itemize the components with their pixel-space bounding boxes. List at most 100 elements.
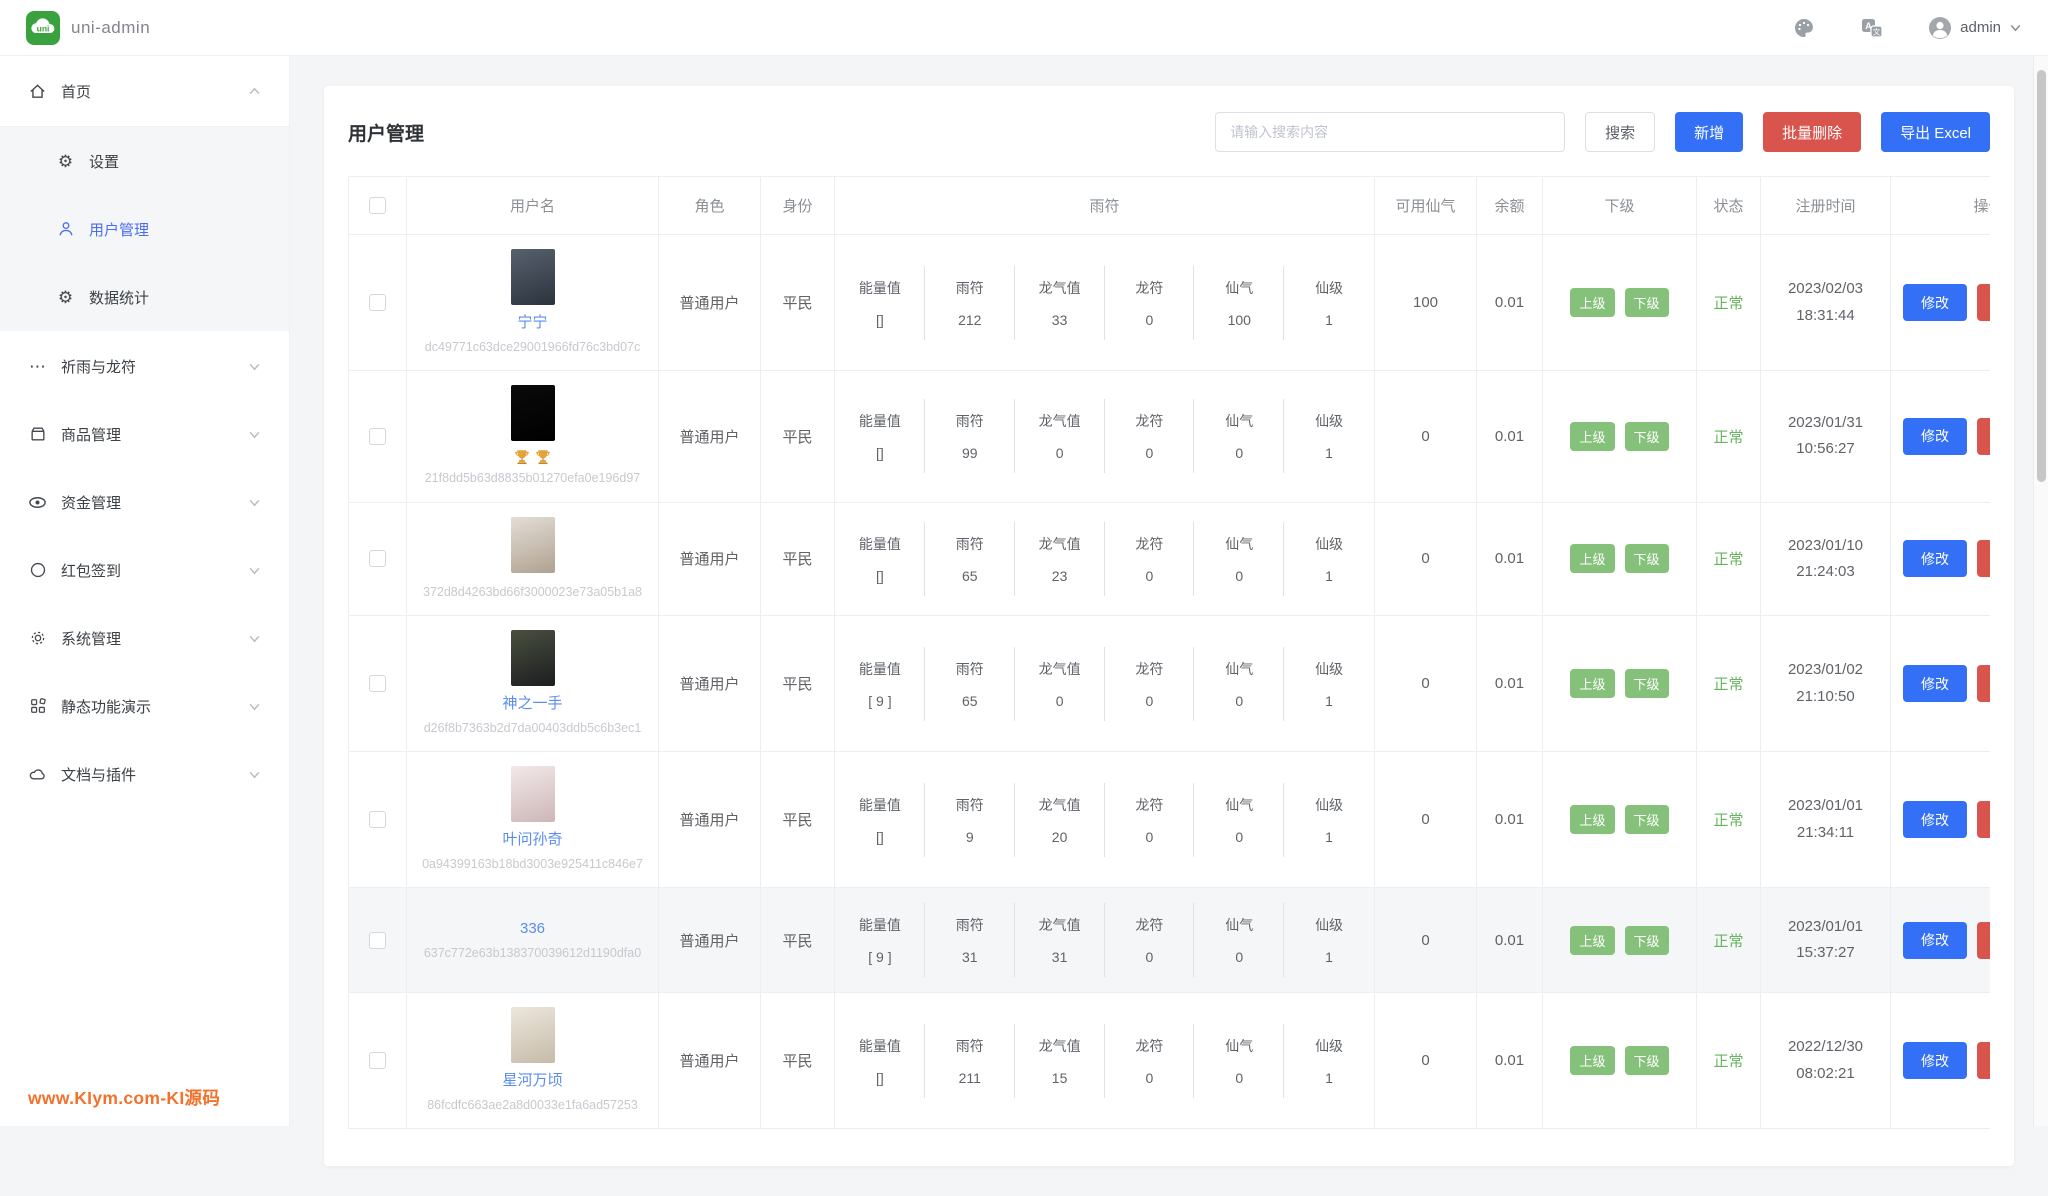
- modify-button[interactable]: 修改: [1903, 1042, 1967, 1079]
- select-all-checkbox[interactable]: [369, 197, 386, 214]
- modify-button[interactable]: 修改: [1903, 540, 1967, 577]
- sidebar-item-settings[interactable]: ⚙ 设置: [0, 127, 289, 195]
- col-role: 角色: [659, 177, 761, 235]
- stat-label: 能量值: [859, 1036, 901, 1056]
- stat-label: 龙气值: [1039, 278, 1081, 298]
- subordinate-tag-button[interactable]: 下级: [1625, 544, 1669, 573]
- row-checkbox[interactable]: [369, 1052, 386, 1069]
- modify-button[interactable]: 修改: [1903, 801, 1967, 838]
- role-cell: 普通用户: [659, 993, 761, 1129]
- register-date: 2023/01/31: [1761, 410, 1890, 436]
- sidebar-item-products[interactable]: 商品管理: [0, 400, 289, 468]
- subordinate-tag-button[interactable]: 下级: [1625, 805, 1669, 834]
- stat-label: 能量值: [859, 915, 901, 935]
- subordinate-tag-button[interactable]: 下级: [1625, 1046, 1669, 1075]
- delete-button[interactable]: [1977, 801, 1990, 838]
- stat-label: 仙级: [1315, 915, 1343, 935]
- superior-tag-button[interactable]: 上级: [1570, 288, 1614, 317]
- modify-button[interactable]: 修改: [1903, 665, 1967, 702]
- gear-icon: ⚙: [56, 288, 75, 307]
- superior-tag-button[interactable]: 上级: [1570, 805, 1614, 834]
- stat-value: 0: [1056, 445, 1064, 461]
- stat-label: 能量值: [859, 795, 901, 815]
- register-time-cell: 2023/02/03 18:31:44: [1761, 276, 1890, 329]
- row-checkbox[interactable]: [369, 811, 386, 828]
- subordinate-tag-button[interactable]: 下级: [1625, 422, 1669, 451]
- modify-button[interactable]: 修改: [1903, 922, 1967, 959]
- user-cell: 宁宁 dc49771c63dce29001966fd76c3bd07c: [407, 249, 658, 356]
- stat-label: 仙气: [1225, 795, 1253, 815]
- brand-name: uni-admin: [71, 18, 150, 38]
- delete-button[interactable]: [1977, 922, 1990, 959]
- chevron-down-icon: [248, 496, 261, 509]
- delete-button[interactable]: [1977, 540, 1990, 577]
- username-link[interactable]: 叶问孙奇: [502, 829, 562, 852]
- user-cell: 神之一手 d26f8b7363b2d7da00403ddb5c6b3ec1: [407, 630, 658, 737]
- role-cell: 普通用户: [659, 371, 761, 503]
- delete-button[interactable]: [1977, 1042, 1990, 1079]
- superior-tag-button[interactable]: 上级: [1570, 422, 1614, 451]
- balance-cell: 0.01: [1477, 752, 1543, 888]
- sidebar-item-label: 资金管理: [61, 492, 121, 513]
- admin-menu[interactable]: admin: [1928, 16, 2022, 40]
- username-link[interactable]: [513, 448, 552, 466]
- user-avatar: [511, 630, 555, 686]
- sidebar-item-rain-dragon[interactable]: ⋯ 祈雨与龙符: [0, 332, 289, 400]
- batch-delete-button[interactable]: 批量删除: [1763, 112, 1861, 152]
- stat-label: 能量值: [859, 534, 901, 554]
- subordinate-tag-button[interactable]: 下级: [1625, 288, 1669, 317]
- sidebar-item-redpacket[interactable]: 红包签到: [0, 536, 289, 604]
- username-link[interactable]: 宁宁: [517, 312, 547, 335]
- sidebar-item-home[interactable]: 首页: [0, 56, 289, 126]
- palette-icon[interactable]: [1792, 16, 1816, 40]
- export-excel-button[interactable]: 导出 Excel: [1881, 112, 1990, 152]
- subordinate-tag-button[interactable]: 下级: [1625, 669, 1669, 698]
- delete-button[interactable]: [1977, 418, 1990, 455]
- stat-value: 9: [966, 829, 974, 845]
- available-qi-cell: 0: [1375, 888, 1477, 993]
- sidebar-item-statistics[interactable]: ⚙ 数据统计: [0, 263, 289, 331]
- superior-tag-button[interactable]: 上级: [1570, 669, 1614, 698]
- row-checkbox[interactable]: [369, 550, 386, 567]
- chevron-up-icon: [248, 85, 261, 98]
- balance-cell: 0.01: [1477, 993, 1543, 1129]
- stat-value: 33: [1052, 312, 1068, 328]
- scrollbar-thumb[interactable]: [2037, 70, 2046, 482]
- username-link[interactable]: 神之一手: [502, 693, 562, 716]
- superior-tag-button[interactable]: 上级: [1570, 926, 1614, 955]
- search-button[interactable]: 搜索: [1585, 112, 1655, 152]
- subordinate-tag-button[interactable]: 下级: [1625, 926, 1669, 955]
- modify-button[interactable]: 修改: [1903, 418, 1967, 455]
- sidebar-item-static-demo[interactable]: 静态功能演示: [0, 672, 289, 740]
- delete-button[interactable]: [1977, 284, 1990, 321]
- user-avatar-icon: [1928, 16, 1952, 40]
- sidebar-item-funds[interactable]: 资金管理: [0, 468, 289, 536]
- translate-icon[interactable]: A 文: [1860, 16, 1884, 40]
- superior-tag-button[interactable]: 上级: [1570, 1046, 1614, 1075]
- stat-value: []: [876, 1070, 884, 1086]
- sidebar-item-docs-plugins[interactable]: 文档与插件: [0, 740, 289, 808]
- row-checkbox[interactable]: [369, 428, 386, 445]
- table-row: 神之一手 d26f8b7363b2d7da00403ddb5c6b3ec1 普通…: [349, 616, 1991, 752]
- page-scrollbar[interactable]: [2033, 56, 2048, 1126]
- row-checkbox[interactable]: [369, 294, 386, 311]
- col-available-qi: 可用仙气: [1375, 177, 1477, 235]
- sidebar-groups: ⋯ 祈雨与龙符 商品管理 资金管理 红包签到: [0, 331, 289, 808]
- delete-button[interactable]: [1977, 665, 1990, 702]
- balance-cell: 0.01: [1477, 371, 1543, 503]
- stat-value: 0: [1235, 1070, 1243, 1086]
- row-checkbox[interactable]: [369, 932, 386, 949]
- sidebar-item-system[interactable]: 系统管理: [0, 604, 289, 672]
- status-badge: 正常: [1713, 933, 1743, 950]
- add-button[interactable]: 新增: [1675, 112, 1743, 152]
- modify-button[interactable]: 修改: [1903, 284, 1967, 321]
- sidebar-item-user-management[interactable]: 用户管理: [0, 195, 289, 263]
- stat-value: 23: [1052, 568, 1068, 584]
- balance-cell: 0.01: [1477, 888, 1543, 993]
- superior-tag-button[interactable]: 上级: [1570, 544, 1614, 573]
- username-link[interactable]: 336: [520, 918, 545, 941]
- username-link[interactable]: 星河万顷: [502, 1070, 562, 1093]
- actions-cell: 修改: [1891, 418, 1990, 455]
- search-input[interactable]: [1215, 112, 1565, 152]
- row-checkbox[interactable]: [369, 675, 386, 692]
